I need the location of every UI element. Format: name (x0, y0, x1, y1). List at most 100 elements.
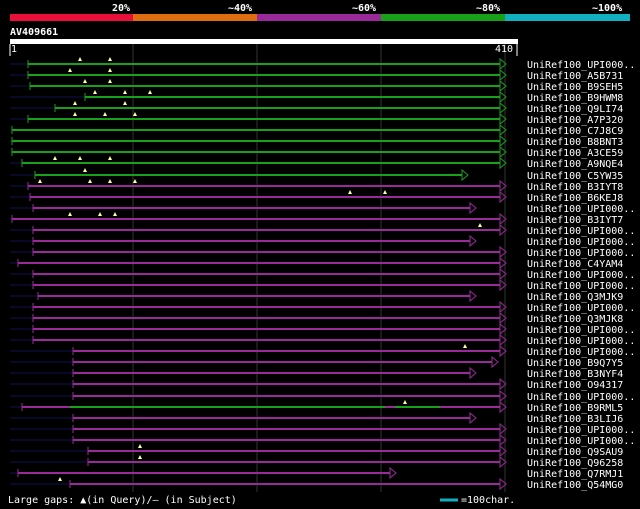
hit-label[interactable]: UniRef100_C7J8C9 (527, 126, 623, 137)
gap-marker-icon (38, 179, 42, 183)
hit-label[interactable]: UniRef100_UPI000.. (527, 392, 635, 403)
hit-label[interactable]: UniRef100_Q3MJK8 (527, 314, 623, 325)
scale-segment (505, 14, 630, 21)
gap-marker-icon (83, 79, 87, 83)
hit-label[interactable]: UniRef100_UPI000.. (527, 248, 635, 259)
hit-row[interactable]: UniRef100_B9Q7Y5 (10, 355, 623, 369)
hit-label[interactable]: UniRef100_UPI000.. (527, 336, 635, 347)
hit-label[interactable]: UniRef100_B3IYT7 (527, 215, 623, 226)
hit-label[interactable]: UniRef100_UPI000.. (527, 281, 635, 292)
hit-label[interactable]: UniRef100_B9SEH5 (527, 82, 623, 93)
hit-row[interactable]: UniRef100_A5B731 (10, 68, 623, 82)
hit-row[interactable]: UniRef100_UPI000.. (10, 389, 635, 403)
hit-label[interactable]: UniRef100_UPI000.. (527, 237, 635, 248)
hit-row[interactable]: UniRef100_C7J8C9 (10, 123, 623, 137)
gap-marker-icon (68, 68, 72, 72)
hit-row[interactable]: UniRef100_UPI000.. (10, 333, 635, 347)
scale-segment (381, 14, 505, 21)
gap-marker-icon (113, 212, 117, 216)
hit-row[interactable]: UniRef100_O94317 (10, 377, 623, 391)
hit-label[interactable]: UniRef100_B9RML5 (527, 403, 623, 414)
hit-label[interactable]: UniRef100_B9Q7Y5 (527, 358, 623, 369)
gap-marker-icon (148, 90, 152, 94)
hit-row[interactable]: UniRef100_B3IYT7 (10, 212, 623, 226)
hit-row[interactable]: UniRef100_UPI000.. (10, 344, 635, 358)
hit-label[interactable]: UniRef100_UPI000.. (527, 270, 635, 281)
legend-scale-text: =100char. (461, 495, 515, 506)
hit-label[interactable]: UniRef100_O94317 (527, 380, 623, 391)
gap-marker-icon (53, 156, 57, 160)
hit-label[interactable]: UniRef100_UPI000.. (527, 204, 635, 215)
hit-row[interactable]: UniRef100_B9HWM8 (10, 90, 623, 104)
hit-label[interactable]: UniRef100_B3NYF4 (527, 369, 623, 380)
hit-row[interactable]: UniRef100_Q96258 (10, 455, 623, 469)
hit-label[interactable]: UniRef100_UPI000.. (527, 60, 635, 71)
hit-row[interactable]: UniRef100_UPI000.. (10, 433, 635, 447)
gap-marker-icon (78, 57, 82, 61)
hit-row[interactable]: UniRef100_Q3MJK8 (10, 311, 623, 325)
hit-label[interactable]: UniRef100_A9NQE4 (527, 159, 623, 170)
hit-row[interactable]: UniRef100_Q9SAU9 (10, 444, 623, 458)
hit-row[interactable]: UniRef100_UPI000.. (10, 234, 635, 248)
gap-marker-icon (58, 477, 62, 481)
hit-row[interactable]: UniRef100_UPI000.. (10, 245, 635, 259)
hit-row[interactable]: UniRef100_A7P320 (10, 112, 623, 126)
hit-label[interactable]: UniRef100_UPI000.. (527, 303, 635, 314)
hit-row[interactable]: UniRef100_C4YAM4 (10, 256, 623, 270)
hit-label[interactable]: UniRef100_A3CE59 (527, 148, 623, 159)
hit-row[interactable]: UniRef100_B6KEJ8 (10, 190, 623, 204)
hit-row[interactable]: UniRef100_UPI000.. (10, 201, 635, 215)
hit-label[interactable]: UniRef100_Q96258 (527, 458, 623, 469)
hit-row[interactable]: UniRef100_UPI000.. (10, 267, 635, 281)
hit-row[interactable]: UniRef100_Q7RMJ1 (10, 466, 623, 480)
hit-arrow-icon (469, 234, 477, 248)
hit-label[interactable]: UniRef100_Q7RMJ1 (527, 469, 623, 480)
hit-label[interactable]: UniRef100_Q9LI74 (527, 104, 623, 115)
gap-marker-icon (108, 179, 112, 183)
hit-row[interactable]: UniRef100_C5YW35 (10, 168, 623, 182)
hit-arrow-icon (491, 355, 499, 369)
hit-label[interactable]: UniRef100_C5YW35 (527, 171, 623, 182)
hit-row[interactable]: UniRef100_Q54MG0 (10, 477, 623, 491)
hit-arrow-icon (389, 466, 397, 480)
hit-label[interactable]: UniRef100_B9HWM8 (527, 93, 623, 104)
hit-row[interactable]: UniRef100_UPI000.. (10, 278, 635, 292)
hit-arrow-icon (469, 411, 477, 425)
legend-text: Large gaps: ▲(in Query)/– (in Subject) (8, 495, 237, 506)
hit-label[interactable]: UniRef100_Q3MJK9 (527, 292, 623, 303)
hit-row[interactable]: UniRef100_UPI000.. (10, 223, 635, 237)
gap-marker-icon (463, 344, 467, 348)
hit-label[interactable]: UniRef100_A7P320 (527, 115, 623, 126)
hit-label[interactable]: UniRef100_B8BNT3 (527, 137, 623, 148)
hit-label[interactable]: UniRef100_UPI000.. (527, 347, 635, 358)
hit-label[interactable]: UniRef100_C4YAM4 (527, 259, 623, 270)
hit-row[interactable]: UniRef100_B9RML5 (10, 400, 623, 414)
hit-label[interactable]: UniRef100_B3LIJ6 (527, 414, 623, 425)
hit-row[interactable]: UniRef100_B3NYF4 (10, 366, 623, 380)
gap-marker-icon (83, 168, 87, 172)
hit-row[interactable]: UniRef100_A3CE59 (10, 145, 623, 159)
hit-label[interactable]: UniRef100_Q54MG0 (527, 480, 623, 491)
hit-label[interactable]: UniRef100_Q9SAU9 (527, 447, 623, 458)
hit-row[interactable]: UniRef100_UPI000.. (10, 57, 635, 71)
hit-label[interactable]: UniRef100_B6KEJ8 (527, 193, 623, 204)
query-end: 410 (495, 44, 513, 55)
hit-row[interactable]: UniRef100_Q3MJK9 (10, 289, 623, 303)
hit-label[interactable]: UniRef100_UPI000.. (527, 425, 635, 436)
hit-label[interactable]: UniRef100_UPI000.. (527, 325, 635, 336)
gap-marker-icon (403, 400, 407, 404)
hit-row[interactable]: UniRef100_UPI000.. (10, 300, 635, 314)
hit-row[interactable]: UniRef100_B9SEH5 (10, 79, 623, 93)
hit-label[interactable]: UniRef100_UPI000.. (527, 226, 635, 237)
hit-label[interactable]: UniRef100_A5B731 (527, 71, 623, 82)
hit-label[interactable]: UniRef100_UPI000.. (527, 436, 635, 447)
hit-label[interactable]: UniRef100_B3IYT8 (527, 182, 623, 193)
hit-row[interactable]: UniRef100_B8BNT3 (10, 134, 623, 148)
hit-row[interactable]: UniRef100_UPI000.. (10, 322, 635, 336)
gap-marker-icon (478, 223, 482, 227)
hit-row[interactable]: UniRef100_B3LIJ6 (10, 411, 623, 425)
hit-row[interactable]: UniRef100_Q9LI74 (10, 101, 623, 115)
hit-row[interactable]: UniRef100_UPI000.. (10, 422, 635, 436)
hit-row[interactable]: UniRef100_A9NQE4 (10, 156, 623, 170)
hit-row[interactable]: UniRef100_B3IYT8 (10, 179, 623, 193)
